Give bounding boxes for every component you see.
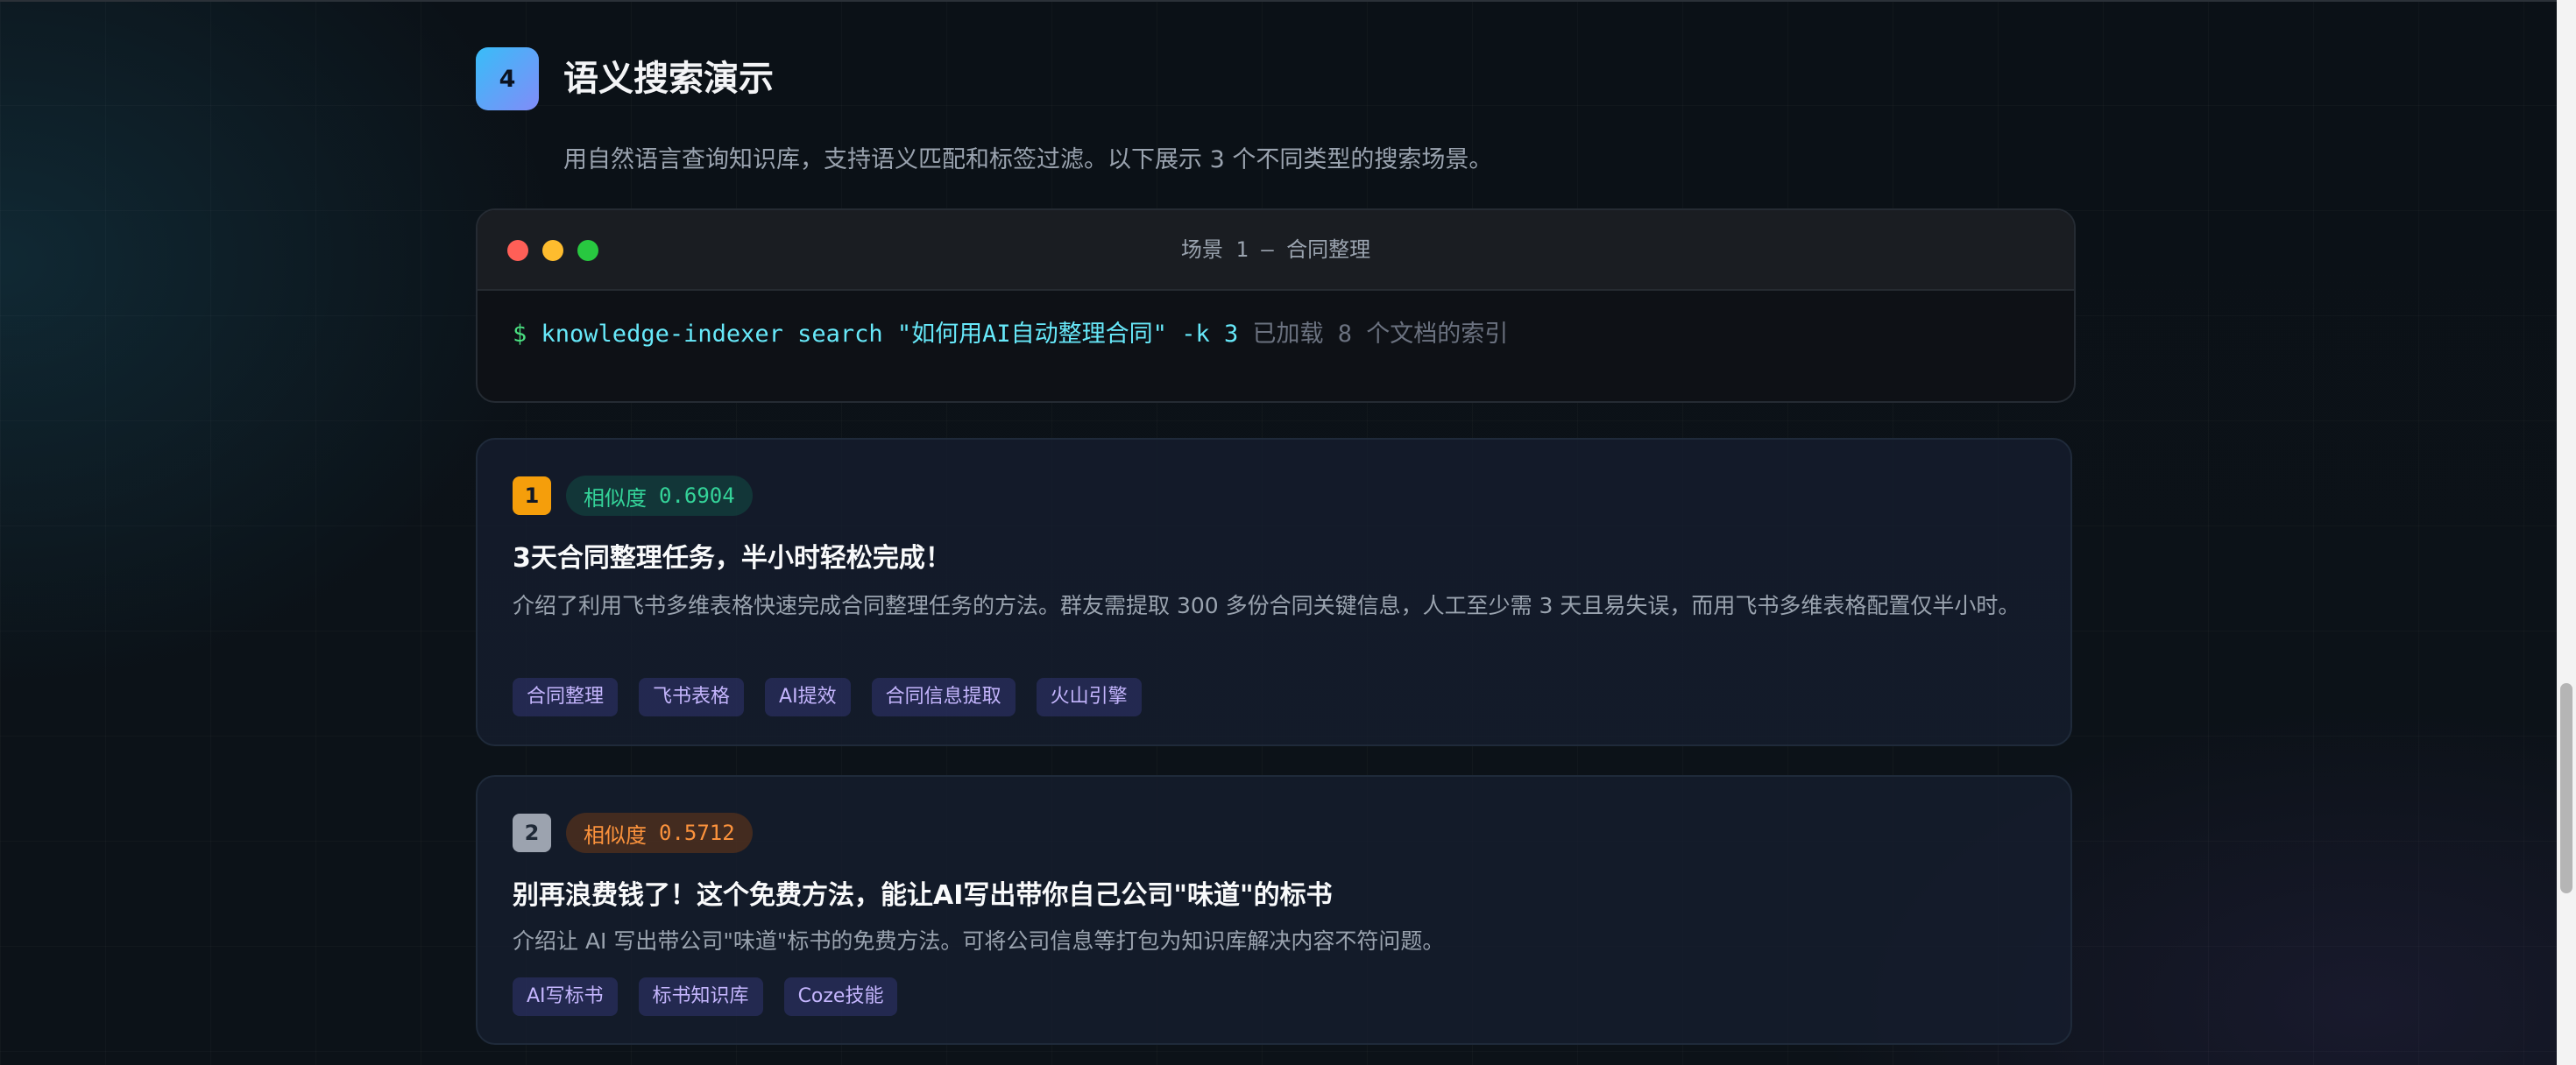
- tag-chip[interactable]: 合同整理: [513, 678, 619, 716]
- similarity-badge: 相似度 0.5712: [566, 813, 753, 853]
- result-description: 介绍了利用飞书多维表格快速完成合同整理任务的方法。群友需提取 300 多份合同关…: [513, 593, 2020, 618]
- search-result-card[interactable]: 2 相似度 0.5712 别再浪费钱了！这个免费方法，能让AI写出带你自己公司"…: [476, 775, 2072, 1045]
- terminal-command: knowledge-indexer search "如何用AI自动整理合同" -…: [541, 321, 1239, 348]
- section-number-badge: 4: [476, 47, 539, 110]
- similarity-label: 相似度: [584, 822, 647, 848]
- section-title: 语义搜索演示: [563, 59, 774, 99]
- result-title[interactable]: 3天合同整理任务，半小时轻松完成！: [513, 536, 952, 575]
- similarity-badge: 相似度 0.6904: [566, 476, 753, 516]
- terminal-status: 已加载 8 个文档的索引: [1252, 321, 1509, 348]
- terminal-title: 场景 1 — 合同整理: [1180, 237, 1371, 262]
- result-rank-badge: 2: [513, 814, 551, 852]
- section-description: 用自然语言查询知识库，支持语义匹配和标签过滤。以下展示 3 个不同类型的搜索场景…: [563, 146, 1493, 173]
- similarity-score: 0.6904: [659, 483, 735, 508]
- tag-chip[interactable]: 标书知识库: [638, 977, 763, 1016]
- terminal-prompt: $: [513, 321, 527, 348]
- top-divider: [0, 0, 2557, 2]
- tag-chip[interactable]: AI提效: [765, 678, 851, 716]
- result-tags: AI写标书 标书知识库 Coze技能: [513, 977, 898, 1016]
- search-result-card[interactable]: 1 相似度 0.6904 3天合同整理任务，半小时轻松完成！ 介绍了利用飞书多维…: [476, 438, 2072, 746]
- terminal-titlebar: 场景 1 — 合同整理: [478, 210, 2074, 291]
- terminal-window: 场景 1 — 合同整理 $ knowledge-indexer search "…: [476, 208, 2076, 403]
- tag-chip[interactable]: Coze技能: [783, 977, 898, 1016]
- similarity-label: 相似度: [584, 485, 647, 511]
- result-title[interactable]: 别再浪费钱了！这个免费方法，能让AI写出带你自己公司"味道"的标书: [513, 873, 1333, 912]
- tag-chip[interactable]: 飞书表格: [639, 678, 745, 716]
- section-number: 4: [499, 65, 516, 93]
- result-tags: 合同整理 飞书表格 AI提效 合同信息提取 火山引擎: [513, 678, 1142, 716]
- result-description: 介绍让 AI 写出带公司"味道"标书的免费方法。可将公司信息等打包为知识库解决内…: [513, 928, 1445, 954]
- page-scrollbar-track[interactable]: [2557, 0, 2576, 1065]
- tag-chip[interactable]: AI写标书: [513, 977, 618, 1016]
- tag-chip[interactable]: 合同信息提取: [871, 678, 1016, 716]
- result-rank-badge: 1: [513, 476, 551, 515]
- page-scrollbar-thumb[interactable]: [2560, 683, 2572, 893]
- tag-chip[interactable]: 火山引擎: [1036, 678, 1142, 716]
- similarity-score: 0.5712: [659, 821, 735, 845]
- terminal-output[interactable]: $ knowledge-indexer search "如何用AI自动整理合同"…: [513, 317, 1508, 352]
